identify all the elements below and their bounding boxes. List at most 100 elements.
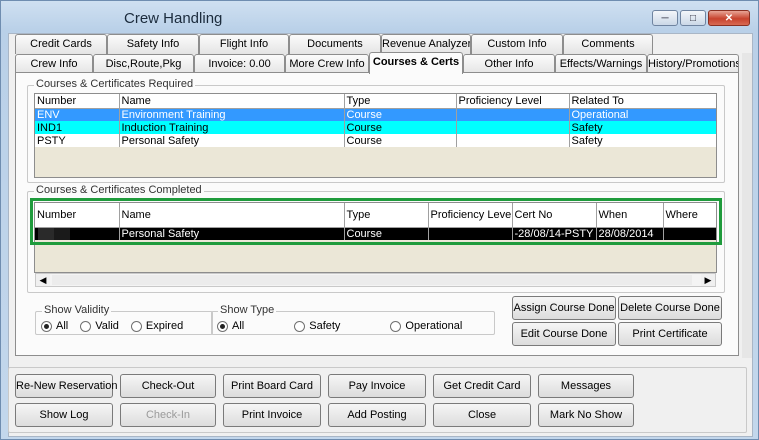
column-header[interactable]: Where	[663, 203, 716, 228]
type-all-radio[interactable]: All	[217, 320, 244, 332]
table-cell: Personal Safety	[119, 134, 345, 147]
radio-icon	[130, 320, 142, 332]
tab-effects-warnings[interactable]: Effects/Warnings	[555, 54, 647, 74]
table-row[interactable]: IND1 Induction Training Course Safety	[35, 121, 716, 134]
tab-disc-route-pkg[interactable]: Disc,Route,Pkg	[93, 54, 194, 74]
tab-safety-info[interactable]: Safety Info	[107, 34, 199, 54]
window-controls: ─ □ ✕	[652, 10, 750, 26]
re-new-reservation-button[interactable]: Re-New Reservation	[15, 374, 117, 398]
table-cell: PSTY	[35, 134, 120, 147]
redacted-block	[54, 227, 70, 240]
tab-credit-cards[interactable]: Credit Cards	[15, 34, 107, 54]
column-header[interactable]: Type	[344, 203, 429, 228]
tab-documents[interactable]: Documents	[289, 34, 381, 54]
table-cell: 28/08/2014	[596, 227, 664, 240]
column-header[interactable]: When	[596, 203, 664, 228]
table-cell: Induction Training	[119, 121, 345, 134]
tab-flight-info[interactable]: Flight Info	[199, 34, 289, 54]
check-out-button[interactable]: Check-Out	[120, 374, 216, 398]
delete-course-done-button[interactable]: Delete Course Done	[618, 296, 722, 320]
tab-more-crew-info[interactable]: More Crew Info	[285, 54, 369, 74]
required-header-row: Number Name Type Proficiency Level Relat…	[35, 94, 716, 109]
table-cell	[35, 227, 120, 240]
messages-button[interactable]: Messages	[538, 374, 634, 398]
type-operational-radio[interactable]: Operational	[390, 320, 462, 332]
column-header[interactable]: Type	[344, 94, 457, 109]
tab-history-promotions[interactable]: History/Promotions	[647, 54, 739, 74]
completed-grid: Number Name Type Proficiency Level Cert …	[34, 202, 717, 273]
vertical-scrollbar[interactable]	[742, 53, 752, 358]
validity-valid-radio[interactable]: Valid	[80, 320, 119, 332]
radio-icon	[294, 320, 306, 332]
tab-revenue-analyzer[interactable]: Revenue Analyzer	[381, 34, 471, 54]
assign-course-done-button[interactable]: Assign Course Done	[512, 296, 616, 320]
show-log-button[interactable]: Show Log	[15, 403, 113, 427]
table-cell: Environment Training	[119, 108, 345, 121]
table-cell	[456, 108, 570, 121]
column-header[interactable]: Proficiency Level	[456, 94, 570, 109]
required-grid: Number Name Type Proficiency Level Relat…	[34, 93, 717, 178]
edit-course-done-button[interactable]: Edit Course Done	[512, 322, 616, 346]
tab-invoice[interactable]: Invoice: 0.00	[194, 54, 285, 74]
show-type-group: Show Type All Safety Operational	[211, 304, 495, 335]
validity-expired-radio[interactable]: Expired	[130, 320, 183, 332]
table-cell: ENV	[35, 108, 120, 121]
add-posting-button[interactable]: Add Posting	[328, 403, 426, 427]
window-title: Crew Handling	[124, 10, 223, 27]
get-credit-card-button[interactable]: Get Credit Card	[433, 374, 531, 398]
table-cell: -28/08/14-PSTY -	[512, 227, 597, 240]
column-header[interactable]: Related To	[569, 94, 716, 109]
validity-all-radio[interactable]: All	[41, 320, 68, 332]
radio-selected-icon	[41, 320, 52, 332]
column-header[interactable]: Cert No	[512, 203, 597, 228]
table-cell	[428, 227, 513, 240]
tab-crew-info[interactable]: Crew Info	[15, 54, 93, 74]
radio-selected-icon	[217, 320, 228, 332]
horizontal-scrollbar[interactable]: ◀ ▶	[35, 273, 716, 287]
redacted-block	[38, 227, 54, 240]
maximize-icon[interactable]: □	[680, 10, 706, 26]
scroll-thumb[interactable]	[52, 275, 692, 285]
table-row[interactable]: ENV Environment Training Course Operatio…	[35, 108, 716, 121]
scroll-left-icon[interactable]: ◀	[36, 274, 50, 286]
close-button[interactable]: Close	[433, 403, 531, 427]
type-safety-radio[interactable]: Safety	[294, 320, 340, 332]
print-certificate-button[interactable]: Print Certificate	[618, 322, 722, 346]
table-row[interactable]: PSTY Personal Safety Course Safety	[35, 134, 716, 147]
scroll-right-icon[interactable]: ▶	[701, 274, 715, 286]
table-cell: Course	[344, 134, 457, 147]
table-cell: IND1	[35, 121, 120, 134]
radio-icon	[80, 320, 92, 332]
tab-comments[interactable]: Comments	[563, 34, 653, 54]
column-header[interactable]: Number	[35, 203, 120, 228]
crew-handling-window: Crew Handling ─ □ ✕ Credit Cards Safety …	[0, 0, 759, 440]
table-row[interactable]: Personal Safety Course -28/08/14-PSTY - …	[35, 227, 716, 240]
radio-icon	[390, 320, 402, 332]
column-header[interactable]: Proficiency Level	[428, 203, 513, 228]
show-type-label: Show Type	[218, 304, 277, 316]
pay-invoice-button[interactable]: Pay Invoice	[328, 374, 426, 398]
column-header[interactable]: Name	[119, 203, 345, 228]
show-validity-label: Show Validity	[42, 304, 112, 316]
tab-custom-info[interactable]: Custom Info	[471, 34, 563, 54]
tab-other-info[interactable]: Other Info	[463, 54, 555, 74]
table-cell: Personal Safety	[119, 227, 345, 240]
print-board-card-button[interactable]: Print Board Card	[223, 374, 321, 398]
table-cell	[456, 121, 570, 134]
close-icon[interactable]: ✕	[708, 10, 750, 26]
mark-no-show-button[interactable]: Mark No Show	[538, 403, 634, 427]
table-cell: Operational	[569, 108, 716, 121]
table-cell: Safety	[569, 121, 716, 134]
required-group-label: Courses & Certificates Required	[34, 78, 196, 90]
table-cell	[663, 227, 716, 240]
column-header[interactable]: Number	[35, 94, 120, 109]
table-cell	[456, 134, 570, 147]
completed-group-label: Courses & Certificates Completed	[34, 184, 204, 196]
minimize-icon[interactable]: ─	[652, 10, 678, 26]
tab-courses-certs[interactable]: Courses & Certs	[369, 52, 463, 74]
table-cell: Safety	[569, 134, 716, 147]
table-cell: Course	[344, 227, 429, 240]
column-header[interactable]: Name	[119, 94, 345, 109]
print-invoice-button[interactable]: Print Invoice	[223, 403, 321, 427]
table-cell: Course	[344, 121, 457, 134]
